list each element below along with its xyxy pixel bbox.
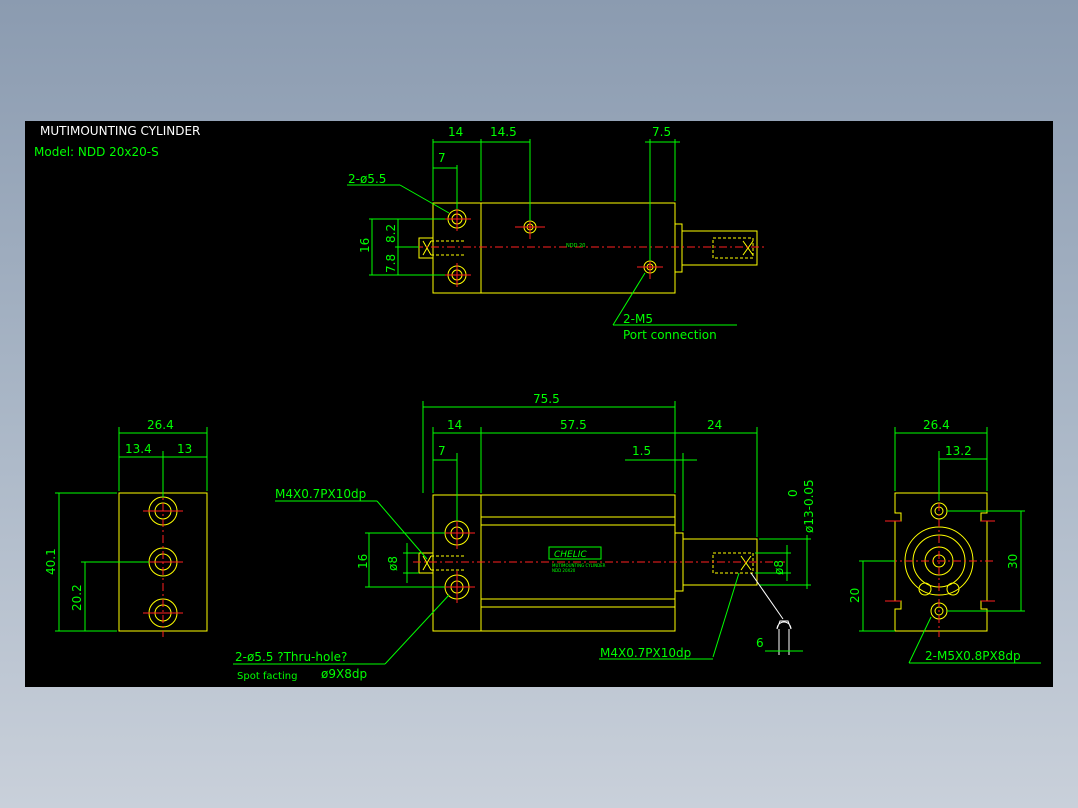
top-nameplate: NDD 20 <box>566 243 585 249</box>
front-dim-1-5: 1.5 <box>632 444 651 458</box>
front-hole-note: 2-ø5.5 ?Thru-hole? <box>235 650 347 664</box>
front-thread-left: M4X0.7PX10dp <box>275 487 366 501</box>
top-dim-14: 14 <box>448 125 463 139</box>
top-rod-flange <box>674 223 683 273</box>
technical-drawing: MUTIMOUNTING CYLINDER Model: NDD 20x20-S <box>34 124 1041 682</box>
left-dim-width: 26.4 <box>147 418 174 432</box>
left-dim-half-left: 13.4 <box>125 442 152 456</box>
front-thread-right: M4X0.7PX10dp <box>600 646 691 660</box>
front-logo: CHELIC <box>554 550 587 560</box>
model-label: Model: NDD 20x20-S <box>34 145 159 159</box>
top-dim-7-5: 7.5 <box>652 125 671 139</box>
front-dim-d8-right: ø8 <box>772 560 786 575</box>
front-plate-line2: NDD 20X20 <box>552 568 576 573</box>
drawing-title: MUTIMOUNTING CYLINDER <box>40 124 200 138</box>
top-dim-7-8: 7.8 <box>384 254 398 273</box>
right-thread-note: 2-M5X0.8PX8dp <box>925 649 1021 663</box>
front-tol-upper: 0 <box>786 489 800 497</box>
top-view: NDD 20 14 14.5 7.5 7 2-ø5.5 16 7.8 8.2 2… <box>347 125 767 342</box>
front-view: CHELIC MUTIMOUNTING CYLINDER NDD 20X20 7… <box>233 392 816 682</box>
top-dim-16: 16 <box>358 238 372 253</box>
right-end-view: 26.4 13.2 30 20 2-M5X0.8PX8dp <box>848 418 1041 664</box>
top-port-note: 2-M5 <box>623 312 653 326</box>
top-hole-note: 2-ø5.5 <box>348 172 386 186</box>
top-port-desc: Port connection <box>623 328 717 342</box>
right-dim-width: 26.4 <box>923 418 950 432</box>
front-dim-14: 14 <box>447 418 462 432</box>
right-dim-half: 13.2 <box>945 444 972 458</box>
front-dim-d8-left: ø8 <box>386 556 400 571</box>
front-spot-label: Spot facting <box>237 671 297 682</box>
top-rod <box>681 230 758 266</box>
wrench-flat-detail <box>776 620 792 630</box>
right-dim-30: 30 <box>1006 554 1020 569</box>
front-dim-57-5: 57.5 <box>560 418 587 432</box>
front-dim-7: 7 <box>438 444 446 458</box>
front-dim-16: 16 <box>356 554 370 569</box>
left-dim-height: 40.1 <box>44 548 58 575</box>
top-dim-14-5: 14.5 <box>490 125 517 139</box>
drawing-sheet: MUTIMOUNTING CYLINDER Model: NDD 20x20-S <box>25 121 1053 687</box>
front-spot-value: ø9X8dp <box>321 667 367 681</box>
right-dim-20: 20 <box>848 588 862 603</box>
top-dim-8-2: 8.2 <box>384 224 398 243</box>
left-dim-half-right: 13 <box>177 442 192 456</box>
left-side-view: 26.4 13.4 13 40.1 20.2 <box>44 418 208 637</box>
front-dim-24: 24 <box>707 418 722 432</box>
top-dim-7: 7 <box>438 151 446 165</box>
front-dim-overall: 75.5 <box>533 392 560 406</box>
left-dim-mid: 20.2 <box>70 584 84 611</box>
front-rod-dia: ø13-0.05 <box>802 479 816 533</box>
front-dim-6: 6 <box>756 636 764 650</box>
